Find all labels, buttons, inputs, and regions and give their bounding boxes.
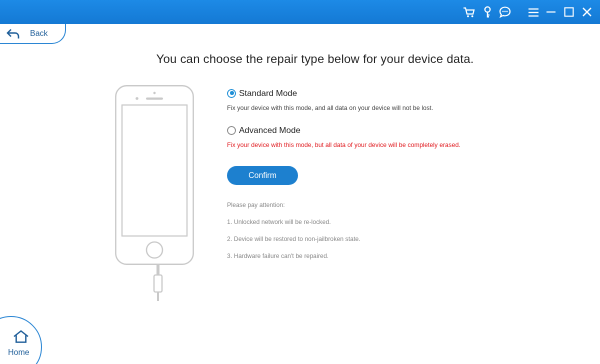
advanced-mode-warning: Fix your device with this mode, but all … — [227, 142, 461, 149]
standard-mode-label: Standard Mode — [239, 88, 298, 98]
lightning-cable-icon — [153, 265, 163, 301]
iphone-illustration — [115, 85, 194, 265]
confirm-button[interactable]: Confirm — [227, 166, 298, 185]
title-bar-divider — [516, 4, 522, 20]
minimize-icon[interactable] — [544, 4, 558, 20]
close-icon[interactable] — [580, 4, 594, 20]
attention-item: 2. Device will be restored to non-jailbr… — [227, 236, 361, 243]
attention-item: 1. Unlocked network will be re-locked. — [227, 219, 331, 226]
chat-icon[interactable] — [498, 4, 512, 20]
back-button[interactable]: Back — [0, 24, 66, 44]
attention-title: Please pay attention: — [227, 202, 285, 209]
standard-mode-radio-row[interactable]: Standard Mode — [227, 88, 433, 98]
standard-mode-option: Standard Mode Fix your device with this … — [227, 88, 433, 112]
advanced-mode-label: Advanced Mode — [239, 125, 301, 135]
attention-item: 3. Hardware failure can't be repaired. — [227, 253, 329, 260]
back-label: Back — [30, 29, 48, 38]
advanced-mode-radio[interactable] — [227, 125, 236, 135]
cart-icon[interactable] — [462, 4, 476, 20]
attention-notes: Please pay attention: 1. Unlocked networ… — [227, 202, 527, 270]
home-label[interactable]: Home — [8, 348, 29, 357]
title-bar — [0, 0, 600, 24]
menu-icon[interactable] — [526, 4, 540, 20]
key-icon[interactable] — [480, 4, 494, 20]
back-arrow-icon — [6, 28, 20, 38]
advanced-mode-radio-row[interactable]: Advanced Mode — [227, 125, 460, 135]
page-title: You can choose the repair type below for… — [156, 52, 474, 66]
home-icon — [13, 330, 29, 343]
advanced-mode-option: Advanced Mode Fix your device with this … — [227, 125, 460, 149]
maximize-icon[interactable] — [562, 4, 576, 20]
standard-mode-description: Fix your device with this mode, and all … — [227, 105, 434, 112]
title-bar-controls — [462, 0, 594, 24]
standard-mode-radio[interactable] — [227, 88, 236, 98]
